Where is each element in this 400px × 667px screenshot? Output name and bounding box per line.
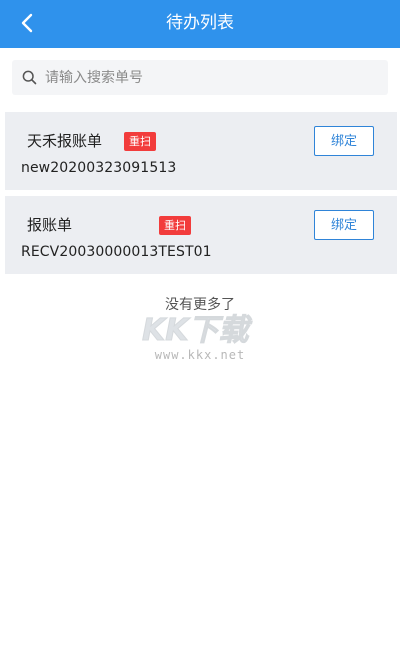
search-icon bbox=[21, 70, 37, 86]
list-item[interactable]: 天禾报账单 重扫 new20200323091513 绑定 bbox=[5, 112, 397, 190]
search-bar[interactable] bbox=[12, 60, 388, 95]
search-input[interactable] bbox=[43, 61, 388, 94]
svg-text:KK下载: KK下载 bbox=[142, 313, 252, 346]
item-number: RECV20030000013TEST01 bbox=[21, 244, 212, 260]
watermark-url: www.kkx.net bbox=[154, 348, 246, 362]
bind-button[interactable]: 绑定 bbox=[314, 210, 374, 240]
item-name: 报账单 bbox=[27, 216, 73, 234]
page-title: 待办列表 bbox=[166, 13, 234, 33]
status-badge: 重扫 bbox=[159, 216, 191, 235]
list-item[interactable]: 报账单 重扫 RECV20030000013TEST01 绑定 bbox=[5, 196, 397, 274]
top-bar: 待办列表 bbox=[0, 0, 400, 48]
no-more-text: 没有更多了 bbox=[165, 297, 235, 313]
page: 待办列表 天禾报账单 重扫 new20200323091513 绑定 报账单 重… bbox=[0, 0, 400, 667]
item-name: 天禾报账单 bbox=[27, 132, 103, 150]
bind-button[interactable]: 绑定 bbox=[314, 126, 374, 156]
status-badge: 重扫 bbox=[124, 132, 156, 151]
item-number: new20200323091513 bbox=[21, 160, 177, 176]
